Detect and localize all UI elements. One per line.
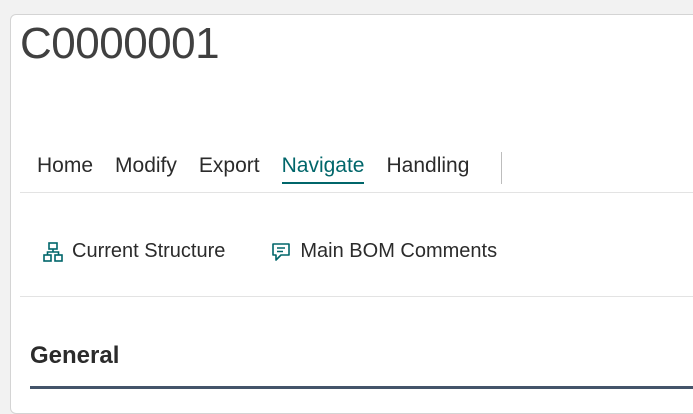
hierarchy-icon	[42, 241, 64, 263]
main-bom-comments-label: Main BOM Comments	[300, 240, 498, 262]
tab-divider	[501, 152, 503, 184]
page-title: C0000001	[20, 19, 220, 68]
tab-separator	[20, 192, 693, 193]
tab-home[interactable]: Home	[37, 154, 93, 182]
current-structure-label: Current Structure	[72, 240, 226, 262]
tab-modify[interactable]: Modify	[115, 154, 177, 182]
actions-separator	[20, 296, 693, 297]
section-rule	[30, 386, 693, 389]
main-bom-comments-button[interactable]: Main BOM Comments	[270, 240, 497, 263]
current-structure-button[interactable]: Current Structure	[42, 240, 225, 263]
tab-export[interactable]: Export	[199, 154, 260, 182]
section-title-general[interactable]: General	[30, 342, 119, 370]
tab-navigate[interactable]: Navigate	[281, 154, 364, 184]
navigate-actions: Current Structure Main BOM Comments	[42, 240, 542, 263]
action-bar-tabs: Home Modify Export Navigate Handling	[37, 152, 503, 184]
comment-icon	[270, 241, 292, 263]
tab-handling[interactable]: Handling	[386, 154, 469, 182]
